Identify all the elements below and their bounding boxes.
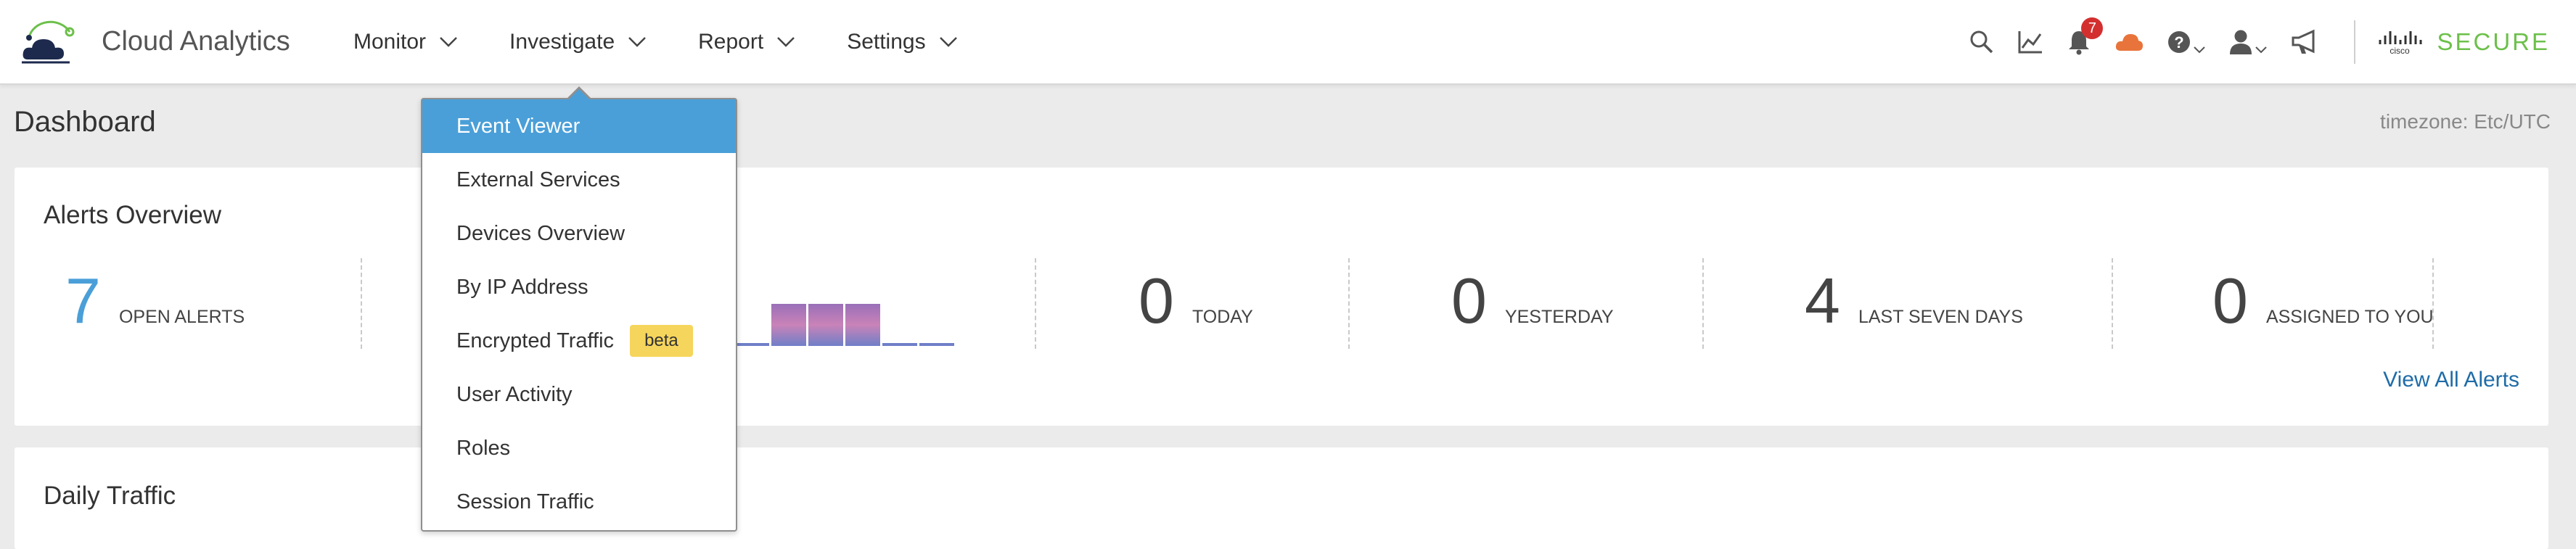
today-count: 0 [1139,265,1174,337]
cloud-icon [2116,33,2144,51]
histogram-bar[interactable] [919,343,954,346]
chevron-down-icon [939,36,957,47]
histogram-bar[interactable] [771,304,806,346]
stat-divider [2112,258,2113,349]
timezone-label: timezone: Etc/UTC [2380,110,2551,133]
chevron-down-icon [440,36,457,47]
chevron-down-icon [2255,46,2268,53]
daily-traffic-title: Daily Traffic [44,482,176,510]
nav-report[interactable]: Report [698,30,795,54]
menu-item-encrypted-traffic[interactable]: Encrypted Traffic beta [422,314,736,368]
last-seven-days-count: 4 [1805,265,1840,337]
chevron-down-icon [777,36,795,47]
open-alerts-label: OPEN ALERTS [118,307,245,327]
chart-icon [2018,30,2043,53]
cisco-secure-logo: cisco SECURE [2377,28,2550,56]
toolbar: 7 ? cisco SECURE [1969,0,2576,83]
today-stat[interactable]: 0 TODAY [1139,269,1253,333]
last-seven-days-stat[interactable]: 4 LAST SEVEN DAYS [1805,269,2023,333]
search-icon [1970,30,1993,53]
search-button[interactable] [1969,30,1994,54]
assigned-to-you-stat[interactable]: 0 ASSIGNED TO YOU [2212,269,2434,333]
open-alerts-stat[interactable]: 7 OPEN ALERTS [65,269,245,333]
menu-item-label: Session Traffic [456,490,594,513]
stat-divider [1348,258,1350,349]
nav-report-label: Report [698,29,764,54]
menu-item-label: Event Viewer [456,114,581,138]
alerts-overview-card: Alerts Overview 7 OPEN ALERTS 0 TODAY 0 … [15,168,2548,426]
top-bar: Cloud Analytics Monitor Investigate Repo… [0,0,2576,85]
dropdown-caret-fill [568,89,590,100]
brand[interactable]: Cloud Analytics [19,16,290,67]
cisco-wordmark: cisco [2390,46,2411,54]
help-button[interactable]: ? [2167,30,2206,54]
yesterday-label: YESTERDAY [1504,307,1614,327]
help-icon: ? [2168,30,2191,53]
stat-divider [2432,258,2434,349]
last-seven-days-label: LAST SEVEN DAYS [1858,307,2023,327]
nav-settings[interactable]: Settings [847,30,957,54]
user-menu-button[interactable] [2228,29,2268,55]
menu-item-user-activity[interactable]: User Activity [422,368,736,421]
notification-count-badge: 7 [2081,17,2104,39]
menu-item-label: By IP Address [456,275,588,299]
chevron-down-icon [2194,46,2206,53]
chevron-down-icon [628,36,647,47]
menu-item-external-services[interactable]: External Services [422,153,736,207]
menu-item-label: Roles [456,436,511,460]
toolbar-divider [2354,20,2356,64]
view-all-alerts-link[interactable]: View All Alerts [2383,368,2519,392]
assigned-to-you-count: 0 [2212,265,2248,337]
cloud-status-button[interactable] [2114,32,2144,52]
announcements-button[interactable] [2290,29,2319,55]
menu-item-by-ip-address[interactable]: By IP Address [422,260,736,314]
user-icon [2230,30,2252,54]
cloud-analytics-logo-icon [22,20,75,64]
megaphone-icon [2292,29,2315,54]
nav-monitor[interactable]: Monitor [353,30,458,54]
investigate-dropdown-menu: Event Viewer External Services Devices O… [421,98,737,532]
analytics-button[interactable] [2017,30,2043,54]
page-title: Dashboard [14,106,156,138]
main-nav: Monitor Investigate Report Settings [353,0,1009,83]
secure-wordmark: SECURE [2437,28,2550,55]
cisco-logo-icon: cisco [2379,30,2422,54]
daily-traffic-card: Daily Traffic [15,447,2548,549]
nav-monitor-label: Monitor [353,29,427,54]
menu-item-label: Encrypted Traffic [456,329,615,352]
menu-item-label: External Services [456,168,620,191]
stat-divider [1702,258,1704,349]
menu-item-label: Devices Overview [456,221,625,245]
app-name: Cloud Analytics [102,25,290,57]
stat-divider [1035,258,1036,349]
beta-badge: beta [630,325,693,357]
nav-investigate-label: Investigate [509,29,615,54]
nav-settings-label: Settings [847,29,926,54]
svg-text:?: ? [2175,33,2184,51]
yesterday-stat[interactable]: 0 YESTERDAY [1451,269,1614,333]
menu-item-session-traffic[interactable]: Session Traffic [422,475,736,529]
nav-investigate[interactable]: Investigate [509,30,647,54]
histogram-bar[interactable] [734,343,769,346]
menu-item-event-viewer[interactable]: Event Viewer [422,99,736,153]
histogram-bar[interactable] [845,304,880,346]
notifications-button[interactable]: 7 [2067,17,2104,55]
histogram-bar[interactable] [808,304,843,346]
yesterday-count: 0 [1451,265,1487,337]
alerts-overview-title: Alerts Overview [44,201,222,229]
alerts-histogram [734,304,954,346]
menu-item-roles[interactable]: Roles [422,421,736,475]
today-label: TODAY [1191,307,1253,327]
menu-item-label: User Activity [456,382,573,406]
stat-divider [361,258,362,349]
histogram-bar[interactable] [882,343,917,346]
assigned-to-you-label: ASSIGNED TO YOU [2265,307,2434,327]
menu-item-devices-overview[interactable]: Devices Overview [422,207,736,260]
open-alerts-count: 7 [65,265,101,337]
